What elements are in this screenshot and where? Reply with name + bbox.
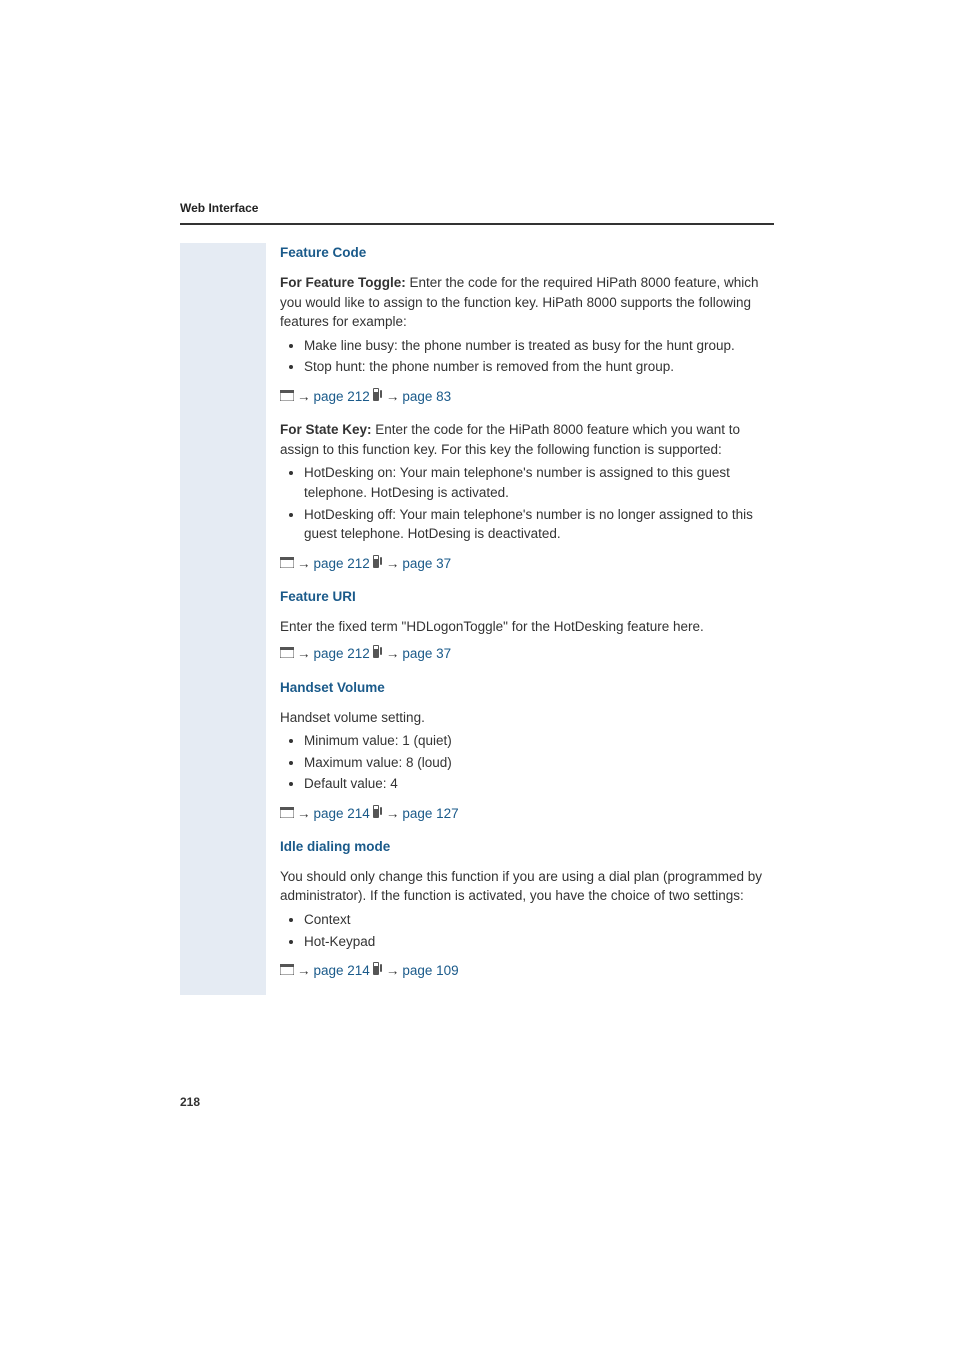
phone-icon (373, 961, 383, 981)
feature-toggle-list: Make line busy: the phone number is trea… (280, 336, 774, 377)
idle-dialing-list: Context Hot-Keypad (280, 910, 774, 951)
feature-code-state-intro: For State Key: Enter the code for the Hi… (280, 420, 774, 459)
list-item: Default value: 4 (304, 774, 774, 794)
list-item: Make line busy: the phone number is trea… (304, 336, 774, 356)
arrow-icon: → (386, 961, 400, 981)
arrow-icon: → (297, 961, 311, 981)
feature-uri-text: Enter the fixed term "HDLogonToggle" for… (280, 617, 774, 637)
arrow-icon: → (386, 644, 400, 664)
page-link[interactable]: page 212 (314, 644, 370, 664)
ref-line: → page 214 → page 109 (280, 961, 774, 981)
ref-line: → page 212 → page 37 (280, 644, 774, 664)
web-icon (280, 961, 294, 981)
section-title-feature-uri: Feature URI (280, 587, 774, 607)
ref-line: → page 214 → page 127 (280, 804, 774, 824)
ref-line: → page 212 → page 37 (280, 554, 774, 574)
phone-icon (373, 644, 383, 664)
list-item: Maximum value: 8 (loud) (304, 753, 774, 773)
idle-dialing-text: You should only change this function if … (280, 867, 774, 906)
page-link[interactable]: page 212 (314, 387, 370, 407)
phone-icon (373, 387, 383, 407)
section-title-handset-volume: Handset Volume (280, 678, 774, 698)
main-content: Feature Code For Feature Toggle: Enter t… (266, 243, 774, 994)
list-item: Context (304, 910, 774, 930)
page-link[interactable]: page 37 (402, 554, 451, 574)
web-icon (280, 644, 294, 664)
state-key-list: HotDesking on: Your main telephone's num… (280, 463, 774, 543)
arrow-icon: → (297, 387, 311, 407)
web-icon (280, 554, 294, 574)
page-link[interactable]: page 109 (402, 961, 458, 981)
content-row: Feature Code For Feature Toggle: Enter t… (180, 243, 774, 994)
arrow-icon: → (297, 554, 311, 574)
header-divider (180, 223, 774, 225)
page-link[interactable]: page 212 (314, 554, 370, 574)
phone-icon (373, 804, 383, 824)
section-title-feature-code: Feature Code (280, 243, 774, 263)
page-link[interactable]: page 127 (402, 804, 458, 824)
list-item: Minimum value: 1 (quiet) (304, 731, 774, 751)
section-title-idle-dialing: Idle dialing mode (280, 837, 774, 857)
arrow-icon: → (386, 804, 400, 824)
arrow-icon: → (386, 554, 400, 574)
handset-volume-list: Minimum value: 1 (quiet) Maximum value: … (280, 731, 774, 794)
list-item: Stop hunt: the phone number is removed f… (304, 357, 774, 377)
state-key-label: For State Key: (280, 422, 375, 437)
page-number: 218 (180, 1094, 200, 1111)
left-gutter (180, 243, 266, 994)
handset-volume-text: Handset volume setting. (280, 708, 774, 728)
page-header: Web Interface (180, 200, 774, 217)
page-link[interactable]: page 37 (402, 644, 451, 664)
list-item: HotDesking off: Your main telephone's nu… (304, 505, 774, 544)
arrow-icon: → (386, 387, 400, 407)
arrow-icon: → (297, 804, 311, 824)
feature-toggle-label: For Feature Toggle: (280, 275, 410, 290)
list-item: HotDesking on: Your main telephone's num… (304, 463, 774, 502)
web-icon (280, 387, 294, 407)
page-link[interactable]: page 214 (314, 804, 370, 824)
ref-line: → page 212 → page 83 (280, 387, 774, 407)
feature-code-toggle-intro: For Feature Toggle: Enter the code for t… (280, 273, 774, 332)
web-icon (280, 804, 294, 824)
phone-icon (373, 554, 383, 574)
list-item: Hot-Keypad (304, 932, 774, 952)
page-link[interactable]: page 214 (314, 961, 370, 981)
arrow-icon: → (297, 644, 311, 664)
page-link[interactable]: page 83 (402, 387, 451, 407)
